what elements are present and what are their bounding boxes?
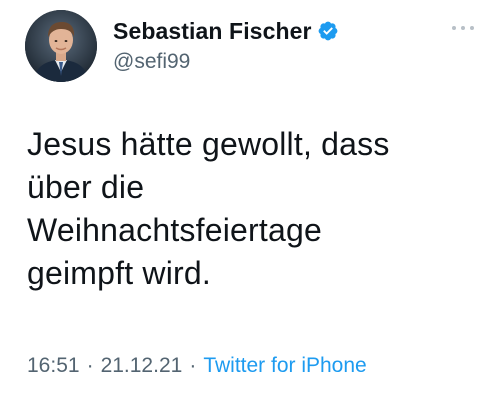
tweet-time[interactable]: 16:51 — [27, 354, 80, 378]
tweet-card: Sebastian Fischer @sefi99 Jesus hätte ge… — [0, 0, 500, 403]
more-dot — [470, 26, 474, 30]
more-dot — [452, 26, 456, 30]
more-options-icon[interactable] — [452, 24, 474, 32]
author-handle[interactable]: @sefi99 — [113, 50, 190, 74]
tweet-date[interactable]: 21.12.21 — [101, 354, 183, 378]
verified-badge-icon — [317, 20, 339, 42]
tweet-text: Jesus hätte gewollt, dass über die Weihn… — [27, 126, 390, 291]
tweet-meta: 16:51 · 21.12.21 · Twitter for iPhone — [27, 354, 367, 378]
tweet-source-link[interactable]: Twitter for iPhone — [203, 354, 366, 378]
author-display-name[interactable]: Sebastian Fischer — [113, 18, 312, 45]
avatar[interactable] — [25, 10, 97, 82]
meta-separator: · — [86, 354, 94, 377]
meta-separator: · — [189, 354, 197, 377]
more-dot — [461, 26, 465, 30]
author-name-row: Sebastian Fischer — [113, 16, 339, 46]
